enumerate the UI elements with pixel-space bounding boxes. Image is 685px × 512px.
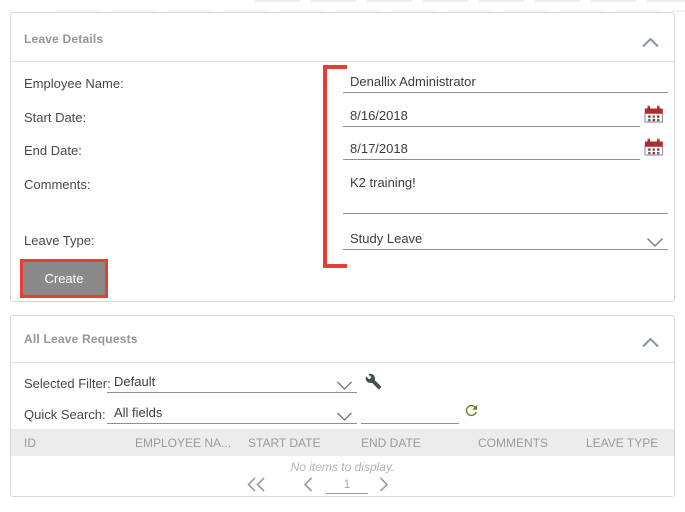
chevron-up-icon[interactable] [641, 35, 660, 53]
calendar-icon[interactable] [644, 105, 664, 123]
annotation-bracket-line [323, 65, 327, 268]
calendar-icon[interactable] [644, 138, 664, 156]
chevron-down-icon [336, 379, 353, 394]
quick-search-label: Quick Search: [24, 407, 106, 422]
comments-label: Comments: [24, 177, 90, 192]
start-date-label: Start Date: [24, 110, 86, 125]
refresh-icon[interactable] [463, 402, 480, 424]
all-leave-requests-panel: All Leave Requests Selected Filter: Defa… [10, 315, 675, 497]
start-date-input[interactable]: 8/16/2018 [343, 108, 640, 127]
employee-name-value: Denallix Administrator [350, 74, 476, 89]
leave-type-select[interactable]: Study Leave [343, 231, 668, 250]
column-header-comments[interactable]: COMMENTS [478, 436, 548, 450]
quick-search-scope-select[interactable]: All fields [107, 404, 357, 424]
leave-type-label: Leave Type: [24, 233, 95, 248]
end-date-label: End Date: [24, 143, 82, 158]
page: Leave Details Employee Name: Start Date:… [0, 0, 685, 512]
start-date-value: 8/16/2018 [350, 108, 408, 123]
column-header-start-date[interactable]: START DATE [248, 436, 320, 450]
divider [11, 362, 674, 363]
previous-page-icon[interactable] [303, 476, 313, 498]
first-page-icon[interactable] [246, 476, 266, 498]
canvas-dash-top [255, 0, 685, 2]
selected-filter-select[interactable]: Default [107, 373, 357, 393]
quick-search-scope-value: All fields [114, 405, 162, 420]
empty-table-message: No items to display. [11, 460, 674, 474]
chevron-down-icon [336, 410, 353, 425]
annotation-bracket-top [323, 65, 347, 69]
annotation-create-highlight: Create [20, 259, 108, 298]
comments-value: K2 training! [350, 175, 416, 190]
create-button[interactable]: Create [23, 262, 105, 295]
leave-type-value: Study Leave [350, 231, 422, 246]
column-header-leave-type[interactable]: LEAVE TYPE [586, 436, 658, 450]
comments-textarea[interactable]: K2 training! [343, 175, 668, 214]
column-header-employee[interactable]: EMPLOYEE NA... [135, 436, 231, 450]
column-header-end-date[interactable]: END DATE [361, 436, 421, 450]
column-header-id[interactable]: ID [24, 436, 36, 450]
selected-filter-label: Selected Filter: [24, 376, 111, 391]
table-header-row: ID EMPLOYEE NA... START DATE END DATE CO… [11, 429, 674, 456]
quick-search-input[interactable] [361, 404, 459, 424]
chevron-down-icon [646, 236, 664, 251]
panel-title: All Leave Requests [24, 332, 138, 346]
leave-details-panel: Leave Details Employee Name: Start Date:… [10, 12, 675, 302]
end-date-input[interactable]: 8/17/2018 [343, 141, 640, 160]
next-page-icon[interactable] [379, 476, 389, 498]
employee-name-label: Employee Name: [24, 76, 124, 91]
panel-title: Leave Details [24, 32, 103, 46]
wrench-icon[interactable] [365, 373, 382, 395]
end-date-value: 8/17/2018 [350, 141, 408, 156]
chevron-up-icon[interactable] [641, 335, 660, 353]
employee-name-input[interactable]: Denallix Administrator [343, 74, 668, 93]
annotation-bracket-bottom [323, 264, 347, 268]
selected-filter-value: Default [114, 374, 155, 389]
page-number-input[interactable] [326, 474, 368, 494]
pagination [11, 474, 674, 498]
divider [11, 61, 674, 62]
